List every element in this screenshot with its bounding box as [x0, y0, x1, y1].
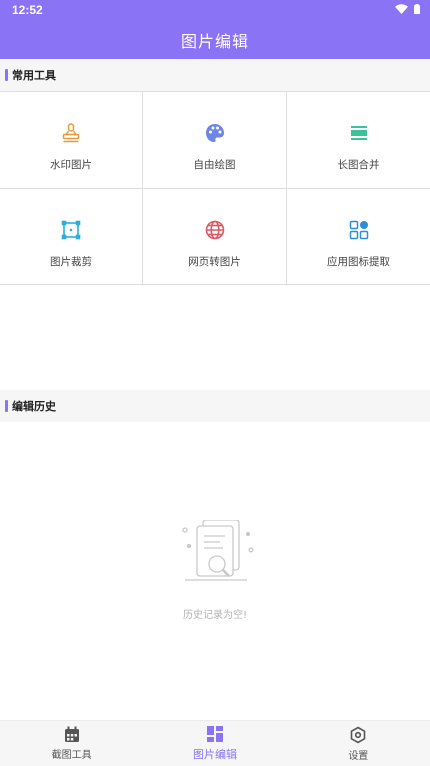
tool-app-icon-extract[interactable]: 应用图标提取	[287, 189, 430, 286]
tool-label: 图片裁剪	[50, 256, 92, 268]
crop-icon	[60, 219, 82, 241]
globe-icon	[204, 219, 226, 241]
section-marker	[5, 400, 8, 412]
palette-icon	[204, 122, 226, 144]
nav-label: 设置	[348, 750, 369, 762]
stamp-icon	[60, 122, 82, 144]
nav-item-screenshot-tools[interactable]: 截图工具	[0, 721, 143, 766]
status-icons	[395, 4, 420, 14]
tool-label: 网页转图片	[188, 256, 241, 268]
settings-hex-icon	[351, 726, 366, 743]
history-section-header: 编辑历史	[0, 390, 430, 422]
tool-free-draw[interactable]: 自由绘图	[143, 92, 287, 189]
status-time: 12:52	[12, 3, 43, 17]
nav-label: 截图工具	[51, 750, 92, 761]
tools-section-header: 常用工具	[0, 59, 430, 91]
nav-label: 图片编辑	[192, 748, 237, 761]
merge-stack-icon	[348, 122, 370, 144]
tool-label: 水印图片	[50, 159, 92, 171]
app-header: 12:52 图片编辑	[0, 0, 430, 59]
tool-web-to-image[interactable]: 网页转图片	[143, 189, 287, 286]
tools-grid: 水印图片 自由绘图 长图合并 图片裁剪 网页转图片 应用图标提取	[0, 91, 430, 286]
tool-crop[interactable]: 图片裁剪	[0, 189, 143, 286]
nav-item-image-edit[interactable]: 图片编辑	[143, 721, 286, 766]
calendar-icon	[64, 726, 79, 742]
empty-document-search-icon	[182, 519, 254, 581]
tool-label: 长图合并	[337, 159, 380, 171]
tools-section-title: 常用工具	[12, 69, 56, 82]
section-marker	[5, 69, 8, 81]
wifi-icon	[395, 4, 408, 14]
page-title: 图片编辑	[180, 32, 249, 51]
tool-long-merge[interactable]: 长图合并	[287, 92, 430, 189]
history-empty-state	[0, 519, 430, 594]
tool-label: 自由绘图	[193, 159, 236, 171]
history-empty-text: 历史记录为空!	[182, 610, 247, 621]
app-grid-icon	[348, 219, 370, 241]
dashboard-icon	[206, 726, 223, 742]
nav-item-settings[interactable]: 设置	[287, 721, 430, 766]
history-section-title: 编辑历史	[12, 400, 56, 413]
tool-watermark[interactable]: 水印图片	[0, 92, 143, 189]
battery-icon	[414, 4, 420, 14]
bottom-nav: 截图工具 图片编辑 设置	[0, 720, 430, 766]
tool-label: 应用图标提取	[327, 256, 390, 268]
